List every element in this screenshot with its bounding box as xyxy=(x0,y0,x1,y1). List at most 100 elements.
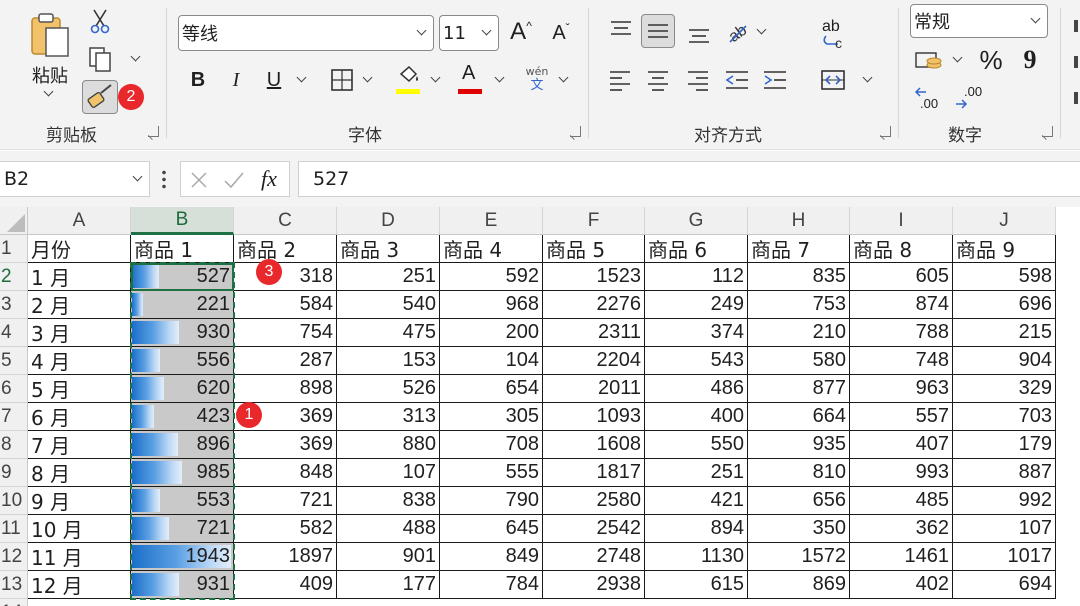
table-cell[interactable]: 790 xyxy=(440,487,543,515)
row-header-3[interactable]: 3 xyxy=(0,291,28,319)
table-cell[interactable]: 104 xyxy=(440,347,543,375)
table-cell[interactable]: 402 xyxy=(850,571,953,599)
table-cell[interactable]: 605 xyxy=(850,263,953,291)
table-cell[interactable]: 6 月 xyxy=(28,403,131,431)
table-cell[interactable]: 1897 xyxy=(234,543,337,571)
row-header-10[interactable]: 10 xyxy=(0,487,28,515)
formula-input[interactable]: 527 xyxy=(298,161,1080,197)
table-cell[interactable]: 251 xyxy=(645,459,748,487)
table-cell[interactable]: 313 xyxy=(337,403,440,431)
table-cell[interactable]: 11 月 xyxy=(28,543,131,571)
number-dialog-launcher[interactable] xyxy=(1042,126,1053,137)
table-cell[interactable]: 2542 xyxy=(543,515,645,543)
number-format-combo[interactable]: 常规 xyxy=(910,4,1048,38)
underline-button[interactable]: U xyxy=(260,64,288,96)
table-cell[interactable]: 896 xyxy=(131,431,234,459)
decrease-indent-icon[interactable] xyxy=(724,68,750,92)
table-cell[interactable]: 318 xyxy=(234,263,337,291)
align-center-icon[interactable] xyxy=(646,68,670,92)
header-cell[interactable]: 商品 6 xyxy=(645,235,748,263)
table-cell[interactable]: 488 xyxy=(337,515,440,543)
header-cell[interactable]: 商品 5 xyxy=(543,235,645,263)
header-cell[interactable]: 商品 7 xyxy=(748,235,850,263)
table-cell[interactable]: 968 xyxy=(440,291,543,319)
table-cell[interactable]: 177 xyxy=(337,571,440,599)
column-header-J[interactable]: J xyxy=(953,207,1056,235)
table-cell[interactable]: 221 xyxy=(131,291,234,319)
align-right-icon[interactable] xyxy=(686,68,710,92)
table-cell[interactable]: 423 xyxy=(131,403,234,431)
format-painter-button[interactable] xyxy=(82,80,118,114)
table-cell[interactable]: 1572 xyxy=(748,543,850,571)
table-cell[interactable]: 526 xyxy=(337,375,440,403)
underline-dropdown-icon[interactable] xyxy=(296,72,307,83)
table-cell[interactable]: 153 xyxy=(337,347,440,375)
table-cell[interactable]: 179 xyxy=(953,431,1056,459)
table-cell[interactable]: 1461 xyxy=(850,543,953,571)
table-cell[interactable]: 400 xyxy=(645,403,748,431)
table-cell[interactable]: 592 xyxy=(440,263,543,291)
table-cell[interactable]: 721 xyxy=(234,487,337,515)
align-bottom-icon[interactable] xyxy=(686,22,712,46)
table-cell[interactable]: 540 xyxy=(337,291,440,319)
table-cell[interactable]: 992 xyxy=(953,487,1056,515)
name-box-dropdown-icon[interactable] xyxy=(132,171,143,182)
orientation-dropdown-icon[interactable] xyxy=(756,24,767,35)
table-cell[interactable]: 362 xyxy=(850,515,953,543)
table-cell[interactable]: 753 xyxy=(748,291,850,319)
table-cell[interactable]: 107 xyxy=(953,515,1056,543)
row-header-1[interactable]: 1 xyxy=(0,235,28,263)
table-cell[interactable]: 1093 xyxy=(543,403,645,431)
table-cell[interactable]: 107 xyxy=(337,459,440,487)
table-cell[interactable]: 880 xyxy=(337,431,440,459)
column-header-B[interactable]: B xyxy=(131,207,234,235)
column-header-H[interactable]: H xyxy=(748,207,850,235)
row-header-5[interactable]: 5 xyxy=(0,347,28,375)
table-cell[interactable]: 708 xyxy=(440,431,543,459)
table-cell[interactable]: 2580 xyxy=(543,487,645,515)
clipboard-dialog-launcher[interactable] xyxy=(148,126,159,137)
table-cell[interactable]: 485 xyxy=(850,487,953,515)
table-cell[interactable]: 556 xyxy=(131,347,234,375)
row-header-13[interactable]: 13 xyxy=(0,571,28,599)
table-cell[interactable]: 409 xyxy=(234,571,337,599)
table-cell[interactable]: 2 月 xyxy=(28,291,131,319)
copy-dropdown-icon[interactable] xyxy=(130,51,141,62)
table-cell[interactable]: 877 xyxy=(748,375,850,403)
font-color-button[interactable]: A xyxy=(458,62,484,94)
table-cell[interactable]: 1817 xyxy=(543,459,645,487)
percent-style-button[interactable]: % xyxy=(976,44,1006,76)
phonetic-dropdown-icon[interactable] xyxy=(558,72,569,83)
table-cell[interactable]: 287 xyxy=(234,347,337,375)
align-top-icon[interactable] xyxy=(608,18,634,42)
increase-indent-icon[interactable] xyxy=(762,68,788,92)
table-cell[interactable]: 694 xyxy=(953,571,1056,599)
table-cell[interactable]: 887 xyxy=(953,459,1056,487)
table-cell[interactable]: 748 xyxy=(850,347,953,375)
decrease-decimal-button[interactable]: .00 xyxy=(954,84,986,114)
header-cell[interactable]: 商品 3 xyxy=(337,235,440,263)
increase-font-size-button[interactable]: A ^ xyxy=(506,16,536,48)
column-header-D[interactable]: D xyxy=(337,207,440,235)
accounting-dropdown-icon[interactable] xyxy=(952,52,963,63)
table-cell[interactable]: 1017 xyxy=(953,543,1056,571)
copy-icon[interactable] xyxy=(88,46,114,72)
table-cell[interactable]: 654 xyxy=(440,375,543,403)
row-header-12[interactable]: 12 xyxy=(0,543,28,571)
table-cell[interactable]: 8 月 xyxy=(28,459,131,487)
table-cell[interactable]: 788 xyxy=(850,319,953,347)
table-cell[interactable]: 935 xyxy=(748,431,850,459)
table-cell[interactable]: 350 xyxy=(748,515,850,543)
header-cell[interactable]: 商品 1 xyxy=(131,235,234,263)
table-cell[interactable]: 721 xyxy=(131,515,234,543)
table-cell[interactable]: 112 xyxy=(645,263,748,291)
table-cell[interactable]: 848 xyxy=(234,459,337,487)
table-cell[interactable]: 4 月 xyxy=(28,347,131,375)
font-dialog-launcher[interactable] xyxy=(570,126,581,137)
header-cell[interactable]: 月份 xyxy=(28,235,131,263)
table-cell[interactable]: 869 xyxy=(748,571,850,599)
table-cell[interactable]: 1130 xyxy=(645,543,748,571)
column-header-E[interactable]: E xyxy=(440,207,543,235)
table-cell[interactable]: 421 xyxy=(645,487,748,515)
table-cell[interactable]: 527 xyxy=(131,263,234,291)
